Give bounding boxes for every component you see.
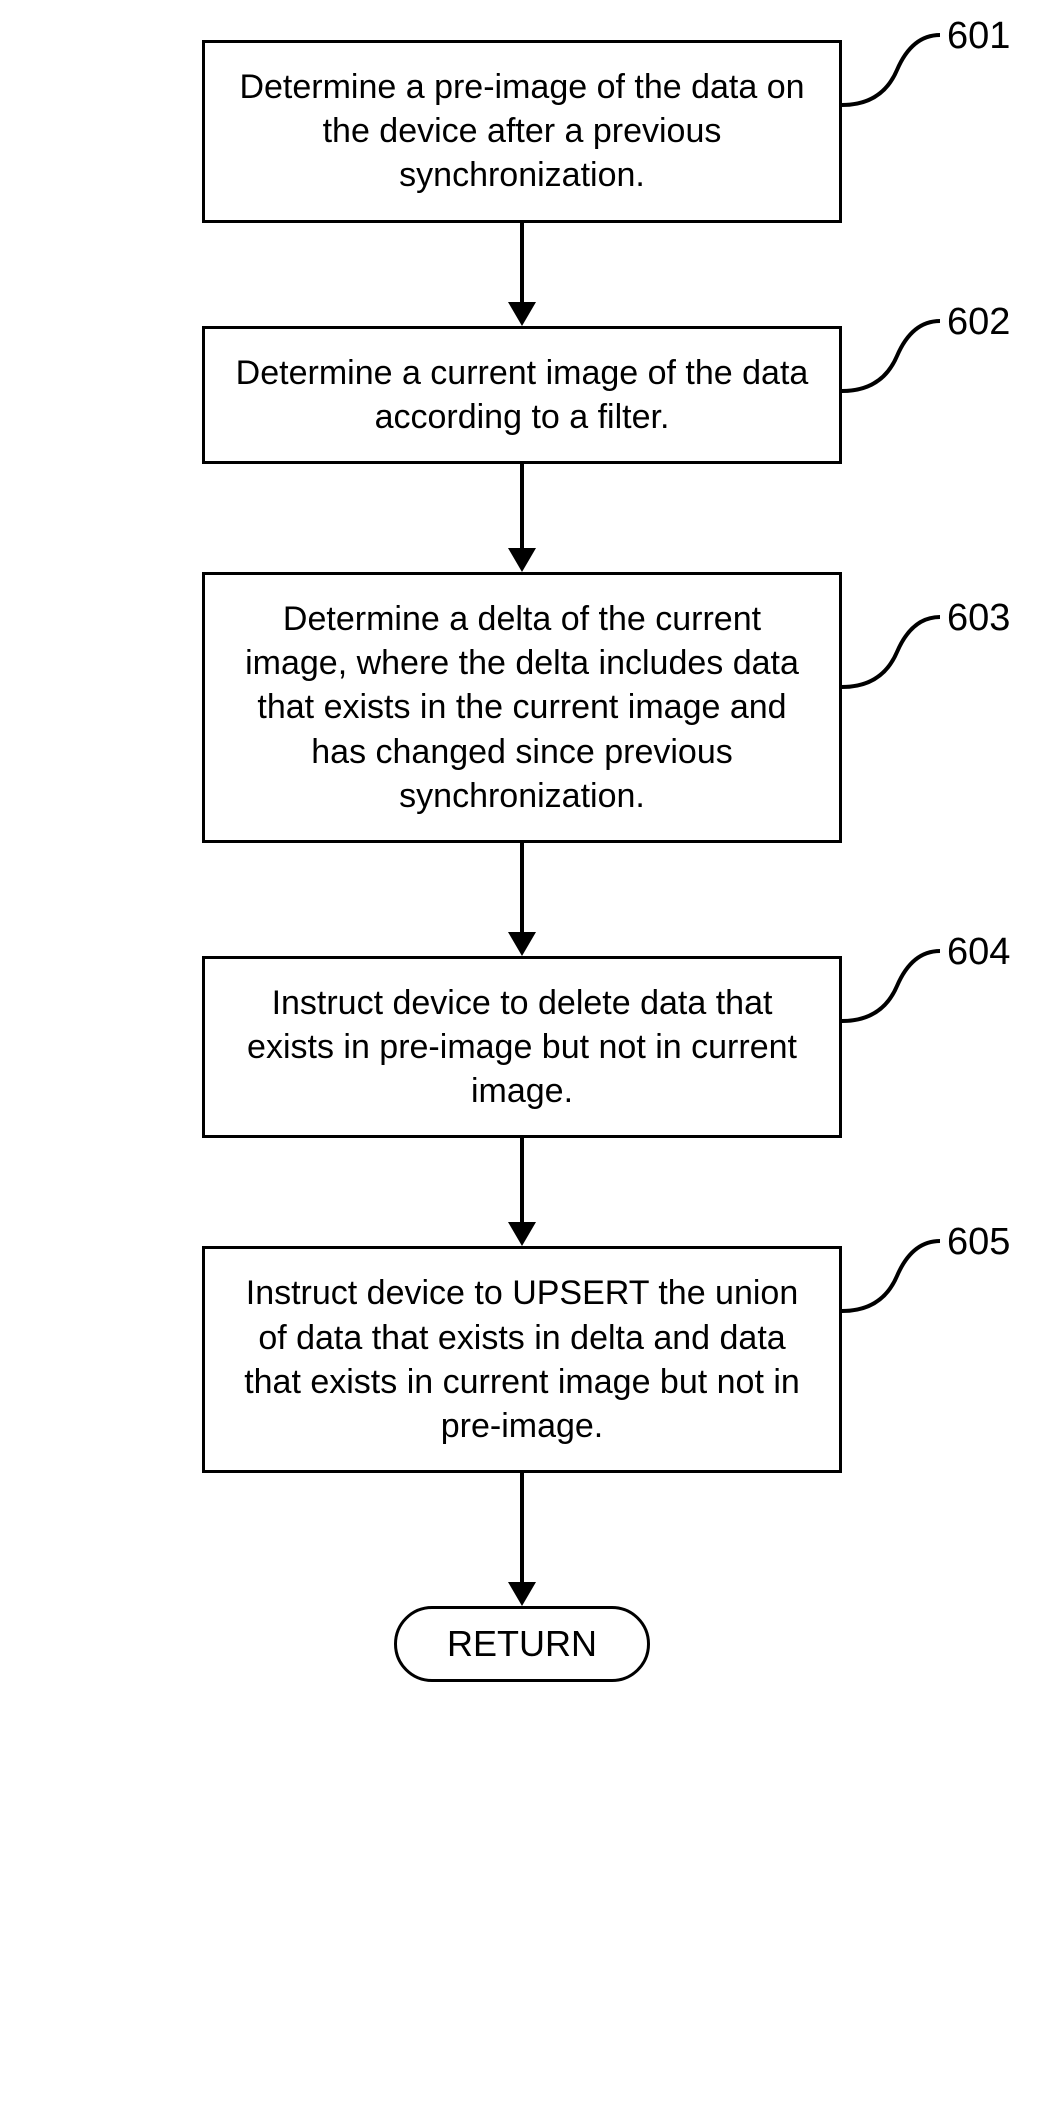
callout-line-icon bbox=[842, 30, 942, 125]
flowchart-node: Instruct device to UPSERT the union of d… bbox=[40, 1246, 1004, 1473]
flow-arrow bbox=[508, 464, 536, 572]
step-box: Determine a pre-image of the data on the… bbox=[202, 40, 842, 223]
terminal-node: RETURN bbox=[394, 1606, 650, 1682]
callout-line-icon bbox=[842, 1236, 942, 1331]
flowchart-node: Instruct device to delete data that exis… bbox=[40, 956, 1004, 1139]
step-label: 601 bbox=[947, 15, 1010, 58]
flowchart-node: Determine a current image of the data ac… bbox=[40, 326, 1004, 464]
step-label-callout: 602 bbox=[842, 316, 1010, 411]
step-label-callout: 603 bbox=[842, 612, 1010, 707]
step-label: 604 bbox=[947, 931, 1010, 974]
flow-arrow bbox=[508, 1138, 536, 1246]
flowchart-container: Determine a pre-image of the data on the… bbox=[40, 40, 1004, 1682]
callout-line-icon bbox=[842, 316, 942, 411]
callout-line-icon bbox=[842, 946, 942, 1041]
flowchart-node: Determine a delta of the current image, … bbox=[40, 572, 1004, 843]
step-label-callout: 601 bbox=[842, 30, 1010, 125]
step-label: 603 bbox=[947, 597, 1010, 640]
callout-line-icon bbox=[842, 612, 942, 707]
flow-arrow bbox=[508, 1473, 536, 1606]
step-label: 605 bbox=[947, 1221, 1010, 1264]
flow-arrow bbox=[508, 223, 536, 326]
step-label-callout: 604 bbox=[842, 946, 1010, 1041]
step-label: 602 bbox=[947, 301, 1010, 344]
step-box: Determine a delta of the current image, … bbox=[202, 572, 842, 843]
step-box: Determine a current image of the data ac… bbox=[202, 326, 842, 464]
flowchart-node: Determine a pre-image of the data on the… bbox=[40, 40, 1004, 223]
step-box: Instruct device to delete data that exis… bbox=[202, 956, 842, 1139]
step-label-callout: 605 bbox=[842, 1236, 1010, 1331]
step-box: Instruct device to UPSERT the union of d… bbox=[202, 1246, 842, 1473]
flow-arrow bbox=[508, 843, 536, 956]
